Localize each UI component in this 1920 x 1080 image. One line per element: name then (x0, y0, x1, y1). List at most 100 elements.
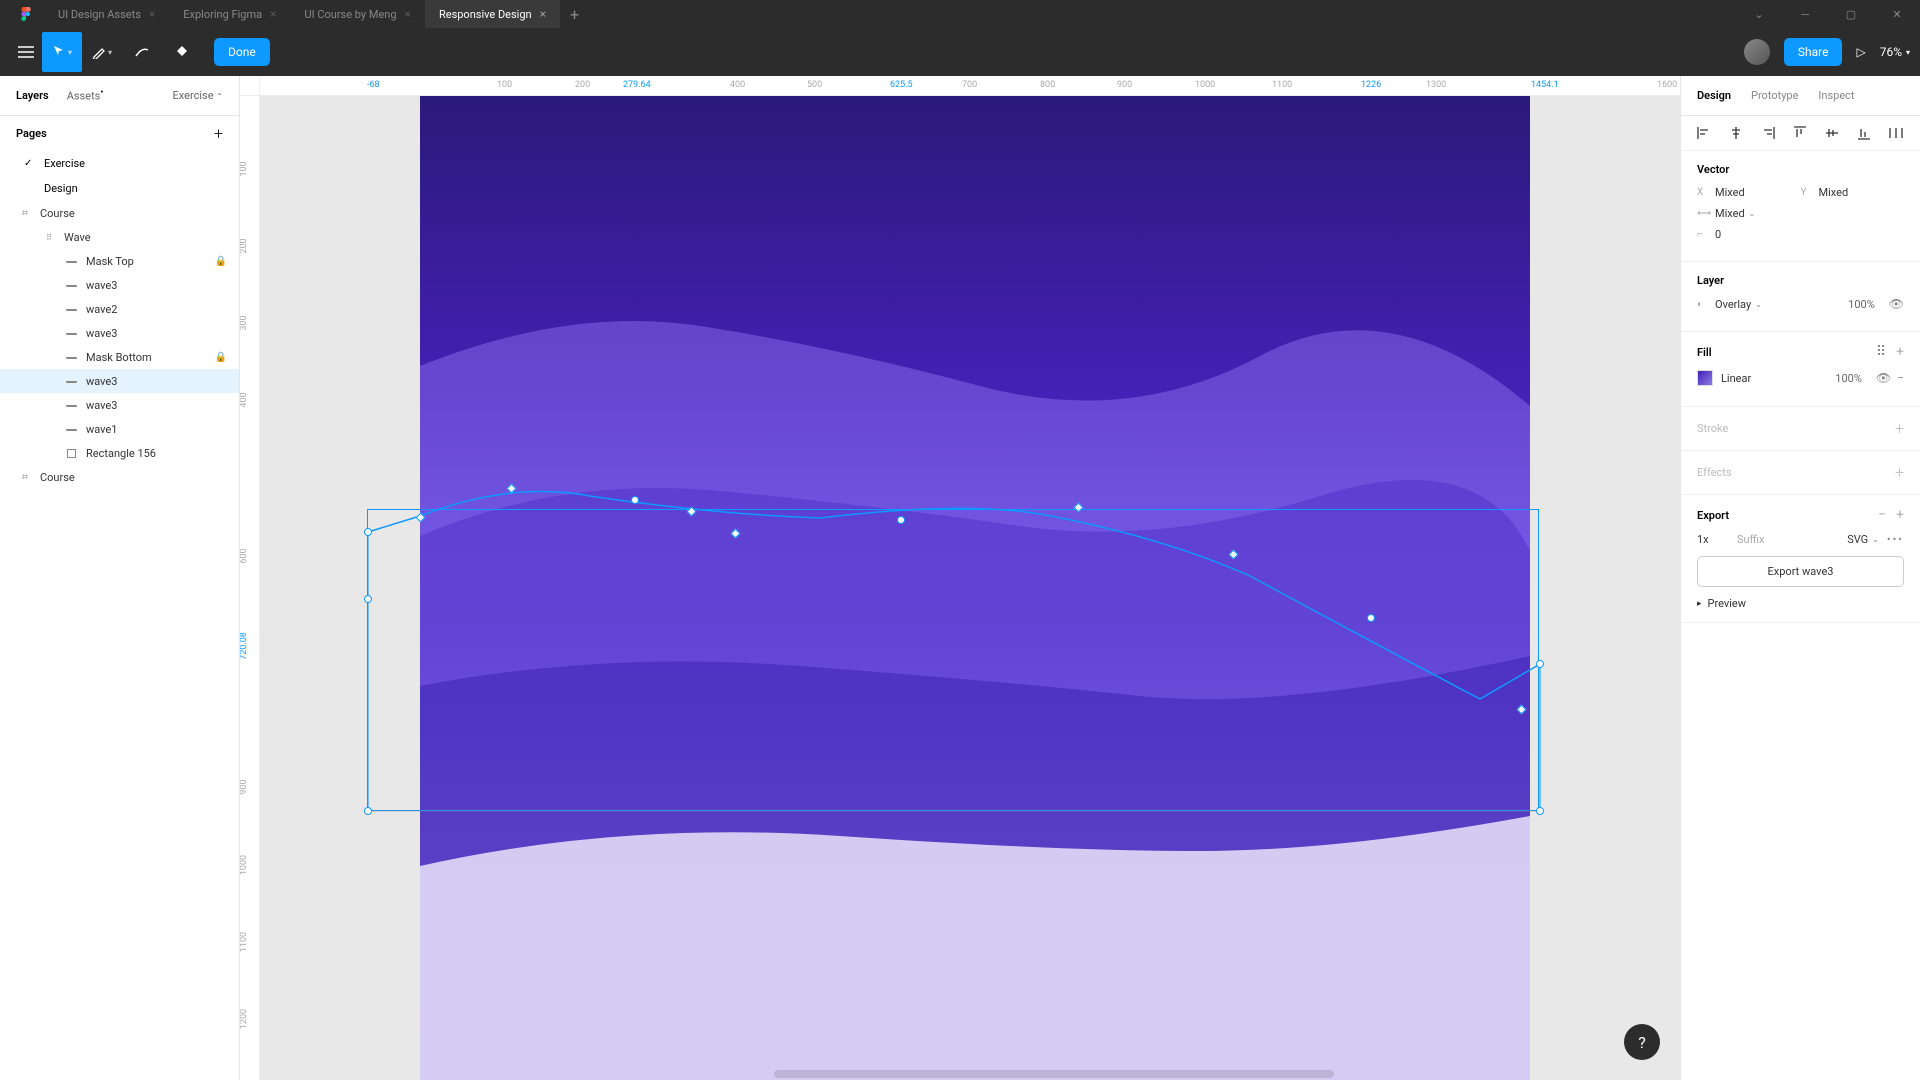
align-left-icon[interactable] (1697, 126, 1711, 140)
close-icon[interactable]: × (405, 7, 411, 21)
scrollbar-horizontal[interactable] (774, 1070, 1334, 1078)
layer-wave1[interactable]: wave1 (0, 417, 239, 441)
paint-bucket-tool[interactable] (162, 32, 202, 72)
align-top-icon[interactable] (1793, 126, 1807, 140)
menu-button[interactable] (10, 32, 42, 72)
remove-export-button[interactable]: − (1878, 507, 1886, 523)
prototype-tab[interactable]: Prototype (1751, 89, 1798, 102)
add-tab-button[interactable]: + (560, 5, 589, 24)
node-handle[interactable] (364, 595, 372, 603)
node-anchor[interactable] (1536, 660, 1544, 668)
node-anchor[interactable] (897, 516, 905, 524)
align-right-icon[interactable] (1761, 126, 1775, 140)
pen-tool[interactable]: ▾ (82, 32, 122, 72)
export-suffix-field[interactable]: Suffix (1737, 533, 1847, 546)
align-bottom-icon[interactable] (1857, 126, 1871, 140)
layer-wave3[interactable]: wave3 (0, 393, 239, 417)
vector-icon (64, 422, 78, 436)
help-button[interactable]: ? (1624, 1024, 1660, 1060)
layer-section: Layer (1697, 274, 1904, 287)
preview-toggle[interactable]: Preview (1697, 597, 1904, 610)
tab-responsive-design[interactable]: Responsive Design× (425, 0, 560, 28)
layers-tab[interactable]: Layers (16, 89, 49, 102)
zoom-dropdown[interactable]: 76% ▾ (1880, 45, 1910, 59)
figma-logo-icon[interactable] (18, 6, 34, 22)
node-anchor[interactable] (1536, 807, 1544, 815)
layer-course[interactable]: Course (0, 465, 239, 489)
assets-tab[interactable]: Assets• (67, 88, 104, 103)
done-button[interactable]: Done (214, 38, 270, 66)
export-format-dropdown[interactable]: SVG⌄ (1847, 533, 1879, 546)
window-close-icon[interactable]: ✕ (1874, 0, 1920, 28)
visibility-icon[interactable]: 👁 (1889, 297, 1904, 311)
visibility-icon[interactable]: 👁 (1876, 371, 1891, 385)
node-anchor[interactable] (631, 496, 639, 504)
artboard[interactable] (420, 96, 1530, 1080)
align-center-h-icon[interactable] (1729, 126, 1743, 140)
page-design[interactable]: Design (0, 176, 239, 201)
window-maximize-icon[interactable]: ▢ (1828, 0, 1874, 28)
remove-fill-button[interactable]: − (1897, 371, 1904, 385)
fill-swatch[interactable] (1697, 370, 1713, 386)
move-tool[interactable]: ▾ (42, 32, 82, 72)
x-field[interactable]: Mixed (1715, 186, 1745, 199)
present-icon[interactable]: ▷ (1856, 45, 1865, 59)
distribute-icon[interactable] (1889, 126, 1903, 140)
layer-mask-bottom[interactable]: Mask Bottom🔒 (0, 345, 239, 369)
rotation-field[interactable]: 0 (1715, 228, 1721, 241)
layer-wave2[interactable]: wave2 (0, 297, 239, 321)
close-icon[interactable]: × (149, 7, 155, 21)
exercise-dropdown[interactable]: Exercise ⌃ (173, 89, 223, 102)
add-stroke-button[interactable]: + (1895, 419, 1904, 438)
layer-mask-top[interactable]: Mask Top🔒 (0, 249, 239, 273)
avatar[interactable] (1744, 39, 1770, 65)
fill-opacity-field[interactable]: 100% (1835, 372, 1862, 385)
blend-mode-dropdown[interactable]: Overlay (1715, 298, 1751, 311)
layer-wave3-selected[interactable]: wave3 (0, 369, 239, 393)
inspect-tab[interactable]: Inspect (1818, 89, 1854, 102)
stroke-section[interactable]: Stroke+ (1697, 419, 1904, 438)
layer-wave3[interactable]: wave3 (0, 273, 239, 297)
frame-icon (18, 206, 32, 220)
tab-ui-design-assets[interactable]: UI Design Assets× (44, 0, 169, 28)
layer-rectangle[interactable]: Rectangle 156 (0, 441, 239, 465)
node-anchor[interactable] (364, 528, 372, 536)
window-minimize-icon[interactable]: ─ (1782, 0, 1828, 28)
export-scale-field[interactable]: 1x (1697, 533, 1737, 546)
share-button[interactable]: Share (1784, 38, 1843, 66)
node-anchor[interactable] (364, 807, 372, 815)
close-icon[interactable]: × (270, 7, 276, 21)
layer-wave3[interactable]: wave3 (0, 321, 239, 345)
add-fill-button[interactable]: + (1896, 344, 1904, 360)
add-export-button[interactable]: + (1896, 507, 1904, 523)
layer-course[interactable]: Course (0, 201, 239, 225)
tab-ui-course[interactable]: UI Course by Meng× (290, 0, 424, 28)
chevron-down-icon[interactable]: ⌄ (1736, 0, 1782, 28)
styles-icon[interactable]: ⠿ (1876, 344, 1886, 360)
y-field[interactable]: Mixed (1819, 186, 1849, 199)
close-icon[interactable]: × (540, 7, 546, 21)
tab-exploring-figma[interactable]: Exploring Figma× (169, 0, 290, 28)
fill-type[interactable]: Linear (1721, 372, 1751, 385)
align-center-v-icon[interactable] (1825, 126, 1839, 140)
canvas[interactable]: -68 100 200 279.64 400 500 625.5 700 800… (240, 76, 1680, 1080)
lock-icon[interactable]: 🔒 (215, 256, 227, 267)
design-tab[interactable]: Design (1697, 89, 1731, 102)
opacity-field[interactable]: 100% (1848, 298, 1875, 311)
layer-wave[interactable]: Wave (0, 225, 239, 249)
export-options-button[interactable]: ••• (1887, 533, 1904, 546)
vector-icon (64, 302, 78, 316)
add-effect-button[interactable]: + (1895, 463, 1904, 482)
fill-section: Fill⠿+ (1697, 344, 1904, 360)
export-button[interactable]: Export wave3 (1697, 556, 1904, 587)
add-page-button[interactable]: + (214, 124, 223, 143)
lock-icon[interactable]: 🔒 (215, 352, 227, 363)
width-field[interactable]: Mixed (1715, 207, 1745, 220)
effects-section[interactable]: Effects+ (1697, 463, 1904, 482)
node-anchor[interactable] (1367, 614, 1375, 622)
page-exercise[interactable]: ✓Exercise (0, 151, 239, 176)
bend-tool[interactable] (122, 32, 162, 72)
ruler-corner (240, 76, 260, 96)
vector-icon (64, 254, 78, 268)
vector-icon (64, 350, 78, 364)
